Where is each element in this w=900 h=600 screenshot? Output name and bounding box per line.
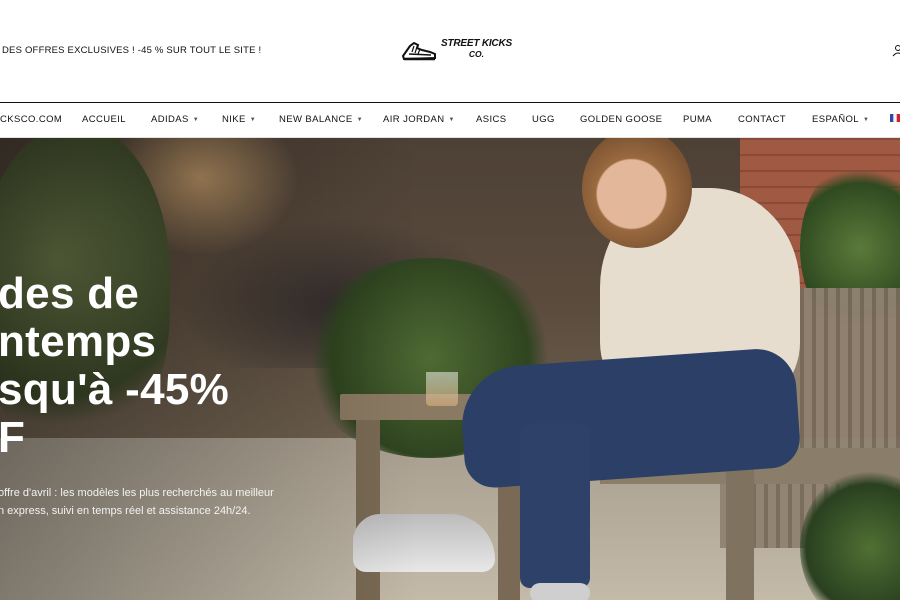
hero-headline-line: F xyxy=(0,413,26,462)
chevron-down-icon: ▼ xyxy=(862,117,870,123)
hero-subtitle-line: offre d'avril : les modèles les plus rec… xyxy=(0,487,274,499)
nav-item-puma[interactable]: PUMA xyxy=(683,103,712,138)
user-account-icon[interactable] xyxy=(892,44,900,58)
chevron-down-icon: ▼ xyxy=(249,117,257,123)
hero-subtitle-line: n express, suivi en temps réel et assist… xyxy=(0,505,251,517)
nav-item-air-jordan[interactable]: AIR JORDAN ▼ xyxy=(383,103,455,138)
sneaker-logo-icon xyxy=(401,41,436,61)
nav-item-accueil[interactable]: ACCUEIL xyxy=(82,103,126,138)
logo-line-2: CO. xyxy=(468,49,485,59)
promo-banner-text: DES OFFRES EXCLUSIVES ! -45 % SUR TOUT L… xyxy=(2,45,262,56)
hero-photo-coffee-glass xyxy=(426,372,458,406)
nav-item-new-balance[interactable]: NEW BALANCE ▼ xyxy=(279,103,363,138)
nav-item-golden-goose[interactable]: GOLDEN GOOSE xyxy=(580,103,662,138)
chevron-down-icon: ▼ xyxy=(192,117,200,123)
site-logo[interactable]: STREET KICKS CO. xyxy=(400,34,512,64)
hero-photo-model-jeans xyxy=(458,346,802,490)
nav-item-adidas[interactable]: ADIDAS ▼ xyxy=(151,103,199,138)
language-flag-icon[interactable] xyxy=(890,114,900,122)
chevron-down-icon: ▼ xyxy=(356,117,363,123)
hero-headline: des de ntemps squ'à -45% F xyxy=(0,270,298,462)
nav-item-language-selector[interactable]: ESPAÑOL ▼ xyxy=(812,103,869,138)
nav-item-ugg[interactable]: UGG xyxy=(532,103,555,138)
nav-item-nike[interactable]: NIKE ▼ xyxy=(222,103,256,138)
hero-headline-line: des de xyxy=(0,269,140,318)
top-bar: DES OFFRES EXCLUSIVES ! -45 % SUR TOUT L… xyxy=(0,0,900,102)
nav-item-contact[interactable]: CONTACT xyxy=(738,103,786,138)
hero-banner[interactable]: des de ntemps squ'à -45% F offre d'avril… xyxy=(0,138,900,600)
hero-headline-line: ntemps xyxy=(0,317,157,366)
hero-photo-sneaker xyxy=(530,583,590,600)
nav-item-site-link[interactable]: CKSCO.COM xyxy=(0,103,62,138)
hero-photo-model-leg xyxy=(520,423,590,588)
chevron-down-icon: ▼ xyxy=(448,117,455,123)
main-navigation: CKSCO.COM ACCUEIL ADIDAS ▼ NIKE ▼ NEW BALA… xyxy=(0,102,900,138)
hero-subtitle: offre d'avril : les modèles les plus rec… xyxy=(0,484,328,520)
logo-wordmark: STREET KICKS CO. xyxy=(441,38,512,60)
hero-headline-line: squ'à -45% xyxy=(0,365,230,414)
nav-item-asics[interactable]: ASICS xyxy=(476,103,507,138)
logo-line-1: STREET KICKS xyxy=(441,38,512,49)
